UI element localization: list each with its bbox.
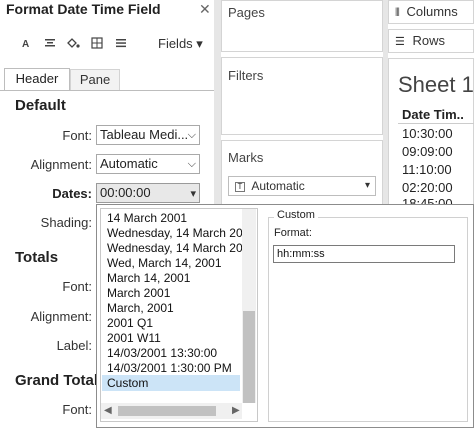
pane-title: Format Date Time Field [6,1,161,17]
section-totals: Totals [15,249,59,266]
list-item[interactable]: Wednesday, 14 March 2001 [107,226,256,240]
table-cell[interactable]: 02:20:00 [402,180,453,195]
list-item[interactable]: Wednesday, 14 March 2001 [107,241,256,255]
list-item-selected[interactable]: Custom [107,376,148,390]
shading-label: Shading: [40,215,92,230]
section-default: Default [15,97,66,114]
dates-dropdown[interactable]: 00:00:00 ▾ [96,183,200,203]
rows-shelf-label: ☰ Rows [395,33,446,48]
tab-header[interactable]: Header [4,68,70,90]
table-cell[interactable]: 11:10:00 [402,162,452,177]
pages-title: Pages [228,5,265,20]
filters-title: Filters [228,68,264,83]
columns-icon: ⦀ [395,7,400,19]
list-item[interactable]: March 14, 2001 [107,271,190,285]
caret-down-icon: ▾ [190,188,196,200]
marks-title: Marks [228,150,264,165]
list-item[interactable]: 2001 W11 [107,331,161,345]
tab-pane[interactable]: Pane [70,69,120,90]
list-item[interactable]: 14/03/2001 1:30:00 PM [107,361,232,375]
format-input[interactable] [273,245,455,263]
columns-shelf-label: ⦀ Columns [395,4,458,19]
grand-total-font-label: Font: [62,402,92,417]
vertical-scroll-thumb[interactable] [243,311,255,403]
sheet-title: Sheet 1 [398,72,474,97]
format-label: Format: [274,227,312,239]
mark-type-dropdown[interactable]: T Automatic ▾ [228,176,376,196]
column-header[interactable]: Date Tim.. [402,107,464,122]
caret-down-icon: ▾ [192,36,203,51]
scroll-right-icon[interactable]: ▶ [232,405,240,416]
custom-group-title: Custom [274,209,318,221]
caret-down-icon: ▾ [364,180,370,191]
horizontal-scroll-thumb[interactable] [118,406,216,416]
totals-alignment-label: Alignment: [30,309,92,324]
borders-icon[interactable] [91,37,103,52]
font-label: Font: [62,128,92,143]
alignment-label: Alignment: [30,157,92,172]
alignment-dropdown[interactable]: Automatic ⌵ [96,154,200,174]
table-cell[interactable]: 10:30:00 [402,126,453,141]
dates-label: Dates: [52,186,92,201]
chevron-down-icon: ⌵ [187,129,196,141]
align-icon[interactable] [44,37,56,52]
list-item[interactable]: 14/03/2001 13:30:00 [107,346,217,360]
chevron-down-icon: ⌵ [187,158,196,170]
totals-label-label: Label: [56,338,92,353]
tab-divider [0,90,214,91]
list-item[interactable]: March, 2001 [107,301,174,315]
font-dropdown[interactable]: Tableau Medi... ⌵ [96,125,200,145]
list-item[interactable]: Wed, March 14, 2001 [107,256,222,270]
list-item[interactable]: 14 March 2001 [107,211,187,225]
font-icon[interactable]: A [22,39,29,50]
section-grand-total: Grand Total [15,372,99,389]
list-item[interactable]: 2001 Q1 [107,316,153,330]
list-item[interactable]: March 2001 [107,286,170,300]
rows-icon: ☰ [395,36,405,48]
fields-dropdown[interactable]: Fields ▾ [158,36,203,52]
lines-icon[interactable] [115,37,127,52]
scroll-left-icon[interactable]: ◀ [104,405,112,416]
table-cell[interactable]: 09:09:00 [402,144,453,159]
header-divider [398,123,474,124]
mark-type-icon: T [235,181,245,192]
close-icon[interactable]: ✕ [199,1,211,18]
totals-font-label: Font: [62,279,92,294]
shading-icon[interactable] [66,37,80,52]
